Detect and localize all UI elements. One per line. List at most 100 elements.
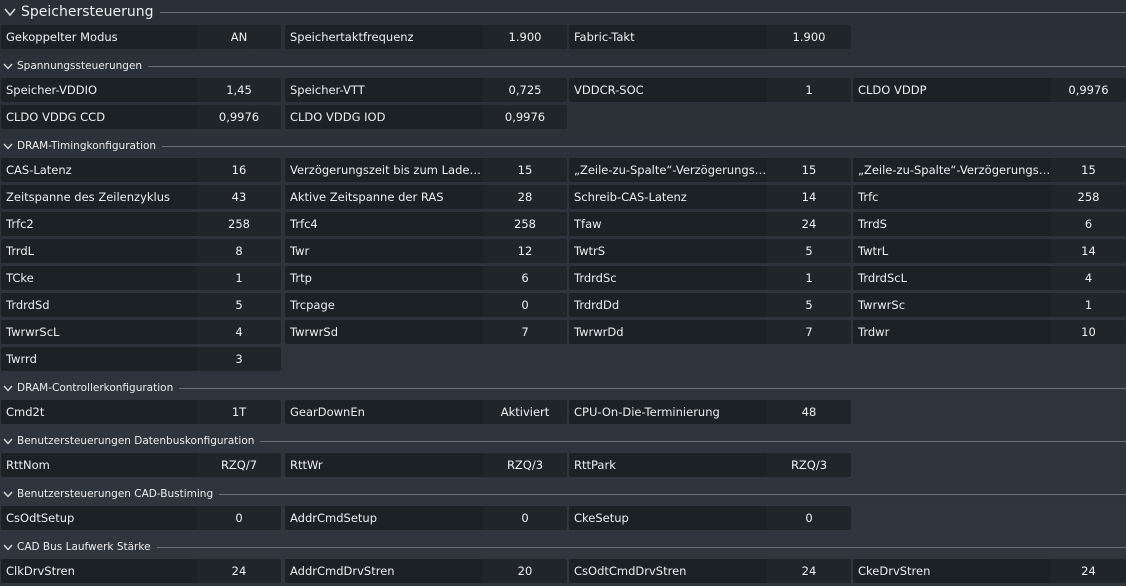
setting-row[interactable]: AddrCmdDrvStren 20 [285, 559, 567, 583]
setting-row[interactable]: TwrwrSd 7 [285, 320, 567, 344]
setting-value[interactable]: 0 [483, 506, 567, 530]
setting-row[interactable]: Verzögerungszeit bis zum Laden der ... 1… [285, 158, 567, 182]
setting-row[interactable]: CkeDrvStren 24 [853, 559, 1126, 583]
setting-row[interactable]: CsOdtCmdDrvStren 24 [569, 559, 851, 583]
setting-row[interactable]: TrrdS 6 [853, 212, 1126, 236]
setting-row[interactable]: RttWr RZQ/3 [285, 453, 567, 477]
setting-value[interactable]: RZQ/7 [197, 453, 281, 477]
setting-value[interactable]: 7 [767, 320, 851, 344]
chevron-down-icon[interactable] [2, 4, 18, 20]
chevron-down-icon[interactable] [2, 488, 14, 500]
setting-value[interactable]: 15 [483, 158, 567, 182]
setting-value[interactable]: 0 [197, 506, 281, 530]
setting-value[interactable]: 258 [1051, 185, 1126, 209]
setting-row[interactable]: CLDO VDDG IOD 0,9976 [285, 105, 567, 129]
setting-row[interactable]: Cmd2t 1T [1, 400, 281, 424]
setting-row[interactable]: Aktive Zeitspanne der RAS 28 [285, 185, 567, 209]
setting-row[interactable]: VDDCR-SOC 1 [569, 78, 851, 102]
setting-value[interactable]: 5 [767, 293, 851, 317]
section-header-timing[interactable]: DRAM-Timingkonfiguration [0, 138, 1126, 154]
setting-row[interactable]: TrrdL 8 [1, 239, 281, 263]
setting-value[interactable]: 28 [483, 185, 567, 209]
setting-row[interactable]: CsOdtSetup 0 [1, 506, 281, 530]
setting-value[interactable]: 10 [1051, 320, 1126, 344]
setting-value[interactable]: 48 [767, 400, 851, 424]
section-header-voltage[interactable]: Spannungssteuerungen [0, 58, 1126, 74]
setting-row[interactable]: Zeitspanne des Zeilenzyklus 43 [1, 185, 281, 209]
setting-row[interactable]: Gekoppelter Modus AN [1, 25, 281, 49]
setting-row[interactable]: TrdrdScL 4 [853, 266, 1126, 290]
setting-row[interactable]: Fabric-Takt 1.900 [569, 25, 851, 49]
setting-row[interactable]: RttNom RZQ/7 [1, 453, 281, 477]
setting-value[interactable]: 12 [483, 239, 567, 263]
setting-row[interactable]: TwrwrDd 7 [569, 320, 851, 344]
setting-value[interactable]: 7 [483, 320, 567, 344]
setting-row[interactable]: Trfc2 258 [1, 212, 281, 236]
setting-value[interactable]: 1,45 [197, 78, 281, 102]
setting-value[interactable]: 0,725 [483, 78, 567, 102]
setting-value[interactable]: 24 [1051, 559, 1126, 583]
setting-value[interactable]: 15 [767, 158, 851, 182]
setting-value[interactable]: 1 [767, 266, 851, 290]
setting-row[interactable]: Schreib-CAS-Latenz 14 [569, 185, 851, 209]
section-header-speichersteuerung[interactable]: Speichersteuerung [0, 2, 1126, 22]
setting-row[interactable]: TrdrdSd 5 [1, 293, 281, 317]
setting-row[interactable]: TwrwrSc 1 [853, 293, 1126, 317]
setting-row[interactable]: CPU-On-Die-Terminierung 48 [569, 400, 851, 424]
setting-value[interactable]: 1 [767, 78, 851, 102]
setting-row[interactable]: ClkDrvStren 24 [1, 559, 281, 583]
setting-value[interactable]: 258 [483, 212, 567, 236]
setting-value[interactable]: 14 [1051, 239, 1126, 263]
setting-row[interactable]: Speicher-VTT 0,725 [285, 78, 567, 102]
setting-row[interactable]: CAS-Latenz 16 [1, 158, 281, 182]
setting-row[interactable]: Trfc4 258 [285, 212, 567, 236]
setting-row[interactable]: „Zeile-zu-Spalte“-Verzögerungszeit f... … [569, 158, 851, 182]
setting-value[interactable]: 1 [197, 266, 281, 290]
section-header-controller[interactable]: DRAM-Controllerkonfiguration [0, 380, 1126, 396]
setting-row[interactable]: GearDownEn Aktiviert [285, 400, 567, 424]
chevron-down-icon[interactable] [2, 435, 14, 447]
setting-value[interactable]: 5 [767, 239, 851, 263]
setting-value[interactable]: 0,9976 [1051, 78, 1126, 102]
section-header-databus[interactable]: Benutzersteuerungen Datenbuskonfiguratio… [0, 433, 1126, 449]
setting-row[interactable]: TrdrdSc 1 [569, 266, 851, 290]
setting-value[interactable]: 3 [197, 347, 281, 371]
setting-value[interactable]: 1T [197, 400, 281, 424]
setting-row[interactable]: TwtrS 5 [569, 239, 851, 263]
setting-row[interactable]: TwrwrScL 4 [1, 320, 281, 344]
setting-value[interactable]: 1 [1051, 293, 1126, 317]
setting-value[interactable]: 24 [767, 212, 851, 236]
setting-value[interactable]: 4 [197, 320, 281, 344]
setting-value[interactable]: 15 [1051, 158, 1126, 182]
chevron-down-icon[interactable] [2, 382, 14, 394]
chevron-down-icon[interactable] [2, 60, 14, 72]
setting-row[interactable]: TrdrdDd 5 [569, 293, 851, 317]
setting-row[interactable]: CkeSetup 0 [569, 506, 851, 530]
setting-row[interactable]: RttPark RZQ/3 [569, 453, 851, 477]
setting-value[interactable]: 1.900 [767, 25, 851, 49]
setting-row[interactable]: Trtp 6 [285, 266, 567, 290]
setting-row[interactable]: Trfc 258 [853, 185, 1126, 209]
chevron-down-icon[interactable] [2, 140, 14, 152]
setting-row[interactable]: „Zeile-zu-Spalte“-Verzögerungszeit f... … [853, 158, 1126, 182]
setting-value[interactable]: 16 [197, 158, 281, 182]
setting-row[interactable]: Speicher-VDDIO 1,45 [1, 78, 281, 102]
setting-value[interactable]: 0 [483, 293, 567, 317]
setting-value[interactable]: 8 [197, 239, 281, 263]
setting-row[interactable]: Speichertaktfrequenz 1.900 [285, 25, 567, 49]
setting-value[interactable]: 0 [767, 506, 851, 530]
setting-row[interactable]: Twrrd 3 [1, 347, 281, 371]
setting-value[interactable]: 6 [483, 266, 567, 290]
setting-row[interactable]: Trcpage 0 [285, 293, 567, 317]
setting-value[interactable]: Aktiviert [483, 400, 567, 424]
setting-value[interactable]: 0,9976 [483, 105, 567, 129]
setting-row[interactable]: Tfaw 24 [569, 212, 851, 236]
setting-row[interactable]: TwtrL 14 [853, 239, 1126, 263]
setting-row[interactable]: CLDO VDDG CCD 0,9976 [1, 105, 281, 129]
section-header-drive-strength[interactable]: CAD Bus Laufwerk Stärke [0, 539, 1126, 555]
setting-value[interactable]: RZQ/3 [767, 453, 851, 477]
setting-value[interactable]: 258 [197, 212, 281, 236]
setting-row[interactable]: AddrCmdSetup 0 [285, 506, 567, 530]
setting-value[interactable]: RZQ/3 [483, 453, 567, 477]
setting-value[interactable]: 24 [767, 559, 851, 583]
